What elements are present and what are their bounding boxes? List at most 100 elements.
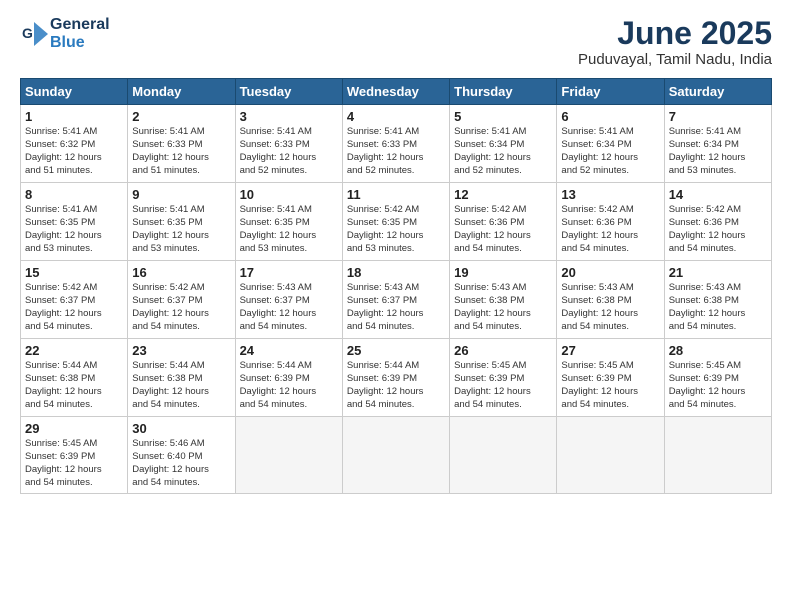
calendar-title: June 2025 (578, 16, 772, 51)
day-info: Sunrise: 5:41 AMSunset: 6:33 PMDaylight:… (240, 126, 317, 175)
day-number: 4 (347, 109, 445, 124)
day-cell: 20 Sunrise: 5:43 AMSunset: 6:38 PMDayligh… (557, 261, 664, 339)
col-sunday: Sunday (21, 79, 128, 105)
day-number: 20 (561, 265, 659, 280)
day-number: 9 (132, 187, 230, 202)
day-cell (235, 417, 342, 494)
day-cell: 8 Sunrise: 5:41 AMSunset: 6:35 PMDaylight… (21, 183, 128, 261)
day-info: Sunrise: 5:44 AMSunset: 6:39 PMDaylight:… (347, 360, 424, 409)
day-info: Sunrise: 5:41 AMSunset: 6:34 PMDaylight:… (561, 126, 638, 175)
day-info: Sunrise: 5:41 AMSunset: 6:35 PMDaylight:… (25, 204, 102, 253)
day-info: Sunrise: 5:46 AMSunset: 6:40 PMDaylight:… (132, 438, 209, 487)
col-friday: Friday (557, 79, 664, 105)
day-info: Sunrise: 5:43 AMSunset: 6:38 PMDaylight:… (454, 282, 531, 331)
day-cell: 12 Sunrise: 5:42 AMSunset: 6:36 PMDayligh… (450, 183, 557, 261)
day-info: Sunrise: 5:42 AMSunset: 6:37 PMDaylight:… (132, 282, 209, 331)
logo-icon: G (20, 20, 48, 48)
col-monday: Monday (128, 79, 235, 105)
col-tuesday: Tuesday (235, 79, 342, 105)
day-number: 3 (240, 109, 338, 124)
day-info: Sunrise: 5:42 AMSunset: 6:35 PMDaylight:… (347, 204, 424, 253)
logo-line2: Blue (50, 34, 110, 52)
day-cell: 29 Sunrise: 5:45 AMSunset: 6:39 PMDayligh… (21, 417, 128, 494)
day-info: Sunrise: 5:41 AMSunset: 6:34 PMDaylight:… (454, 126, 531, 175)
day-cell: 22 Sunrise: 5:44 AMSunset: 6:38 PMDayligh… (21, 339, 128, 417)
svg-text:G: G (22, 25, 33, 41)
day-number: 22 (25, 343, 123, 358)
col-thursday: Thursday (450, 79, 557, 105)
day-cell: 2 Sunrise: 5:41 AMSunset: 6:33 PMDaylight… (128, 105, 235, 183)
day-number: 2 (132, 109, 230, 124)
day-info: Sunrise: 5:42 AMSunset: 6:36 PMDaylight:… (454, 204, 531, 253)
day-info: Sunrise: 5:43 AMSunset: 6:38 PMDaylight:… (669, 282, 746, 331)
day-info: Sunrise: 5:41 AMSunset: 6:33 PMDaylight:… (347, 126, 424, 175)
day-cell (664, 417, 771, 494)
day-cell: 26 Sunrise: 5:45 AMSunset: 6:39 PMDayligh… (450, 339, 557, 417)
day-number: 24 (240, 343, 338, 358)
day-cell: 16Sunrise: 5:42 AMSunset: 6:37 PMDayligh… (128, 261, 235, 339)
day-info: Sunrise: 5:41 AMSunset: 6:33 PMDaylight:… (132, 126, 209, 175)
day-cell: 10Sunrise: 5:41 AMSunset: 6:35 PMDayligh… (235, 183, 342, 261)
day-number: 8 (25, 187, 123, 202)
day-number: 25 (347, 343, 445, 358)
day-info: Sunrise: 5:41 AMSunset: 6:34 PMDaylight:… (669, 126, 746, 175)
day-cell (557, 417, 664, 494)
day-info: Sunrise: 5:45 AMSunset: 6:39 PMDaylight:… (669, 360, 746, 409)
day-number: 5 (454, 109, 552, 124)
logo-line1: General (50, 16, 110, 34)
day-info: Sunrise: 5:41 AMSunset: 6:32 PMDaylight:… (25, 126, 102, 175)
week-row-5: 29 Sunrise: 5:45 AMSunset: 6:39 PMDayligh… (21, 417, 772, 494)
day-cell: 28Sunrise: 5:45 AMSunset: 6:39 PMDayligh… (664, 339, 771, 417)
day-info: Sunrise: 5:43 AMSunset: 6:37 PMDaylight:… (240, 282, 317, 331)
day-cell: 30 Sunrise: 5:46 AMSunset: 6:40 PMDayligh… (128, 417, 235, 494)
day-cell: 7Sunrise: 5:41 AMSunset: 6:34 PMDaylight… (664, 105, 771, 183)
day-number: 26 (454, 343, 552, 358)
day-cell: 23 Sunrise: 5:44 AMSunset: 6:38 PMDayligh… (128, 339, 235, 417)
day-cell: 6 Sunrise: 5:41 AMSunset: 6:34 PMDaylight… (557, 105, 664, 183)
day-number: 13 (561, 187, 659, 202)
header-row: Sunday Monday Tuesday Wednesday Thursday… (21, 79, 772, 105)
day-cell (342, 417, 449, 494)
day-cell: 21 Sunrise: 5:43 AMSunset: 6:38 PMDayligh… (664, 261, 771, 339)
day-info: Sunrise: 5:42 AMSunset: 6:37 PMDaylight:… (25, 282, 102, 331)
day-number: 15 (25, 265, 123, 280)
page: G General Blue June 2025 Puduvayal, Tami… (0, 0, 792, 612)
day-number: 14 (669, 187, 767, 202)
header: G General Blue June 2025 Puduvayal, Tami… (20, 16, 772, 68)
day-info: Sunrise: 5:45 AMSunset: 6:39 PMDaylight:… (454, 360, 531, 409)
day-cell: 4 Sunrise: 5:41 AMSunset: 6:33 PMDaylight… (342, 105, 449, 183)
day-info: Sunrise: 5:43 AMSunset: 6:38 PMDaylight:… (561, 282, 638, 331)
logo: G General Blue (20, 16, 110, 51)
day-number: 6 (561, 109, 659, 124)
week-row-1: 1Sunrise: 5:41 AMSunset: 6:32 PMDaylight… (21, 105, 772, 183)
day-number: 30 (132, 421, 230, 436)
day-cell: 11 Sunrise: 5:42 AMSunset: 6:35 PMDayligh… (342, 183, 449, 261)
day-cell: 17 Sunrise: 5:43 AMSunset: 6:37 PMDayligh… (235, 261, 342, 339)
day-number: 11 (347, 187, 445, 202)
title-block: June 2025 Puduvayal, Tamil Nadu, India (578, 16, 772, 68)
week-row-3: 15 Sunrise: 5:42 AMSunset: 6:37 PMDayligh… (21, 261, 772, 339)
week-row-2: 8 Sunrise: 5:41 AMSunset: 6:35 PMDaylight… (21, 183, 772, 261)
day-info: Sunrise: 5:43 AMSunset: 6:37 PMDaylight:… (347, 282, 424, 331)
day-number: 23 (132, 343, 230, 358)
day-info: Sunrise: 5:42 AMSunset: 6:36 PMDaylight:… (669, 204, 746, 253)
week-row-4: 22 Sunrise: 5:44 AMSunset: 6:38 PMDayligh… (21, 339, 772, 417)
day-info: Sunrise: 5:44 AMSunset: 6:38 PMDaylight:… (132, 360, 209, 409)
day-number: 18 (347, 265, 445, 280)
day-info: Sunrise: 5:44 AMSunset: 6:38 PMDaylight:… (25, 360, 102, 409)
day-number: 21 (669, 265, 767, 280)
day-cell: 15 Sunrise: 5:42 AMSunset: 6:37 PMDayligh… (21, 261, 128, 339)
day-cell: 13Sunrise: 5:42 AMSunset: 6:36 PMDayligh… (557, 183, 664, 261)
day-info: Sunrise: 5:41 AMSunset: 6:35 PMDaylight:… (240, 204, 317, 253)
day-cell: 3 Sunrise: 5:41 AMSunset: 6:33 PMDaylight… (235, 105, 342, 183)
day-number: 12 (454, 187, 552, 202)
day-cell: 18 Sunrise: 5:43 AMSunset: 6:37 PMDayligh… (342, 261, 449, 339)
day-cell: 9Sunrise: 5:41 AMSunset: 6:35 PMDaylight… (128, 183, 235, 261)
calendar-table: Sunday Monday Tuesday Wednesday Thursday… (20, 78, 772, 494)
day-number: 17 (240, 265, 338, 280)
col-saturday: Saturday (664, 79, 771, 105)
day-number: 29 (25, 421, 123, 436)
day-info: Sunrise: 5:45 AMSunset: 6:39 PMDaylight:… (25, 438, 102, 487)
day-number: 19 (454, 265, 552, 280)
day-number: 27 (561, 343, 659, 358)
